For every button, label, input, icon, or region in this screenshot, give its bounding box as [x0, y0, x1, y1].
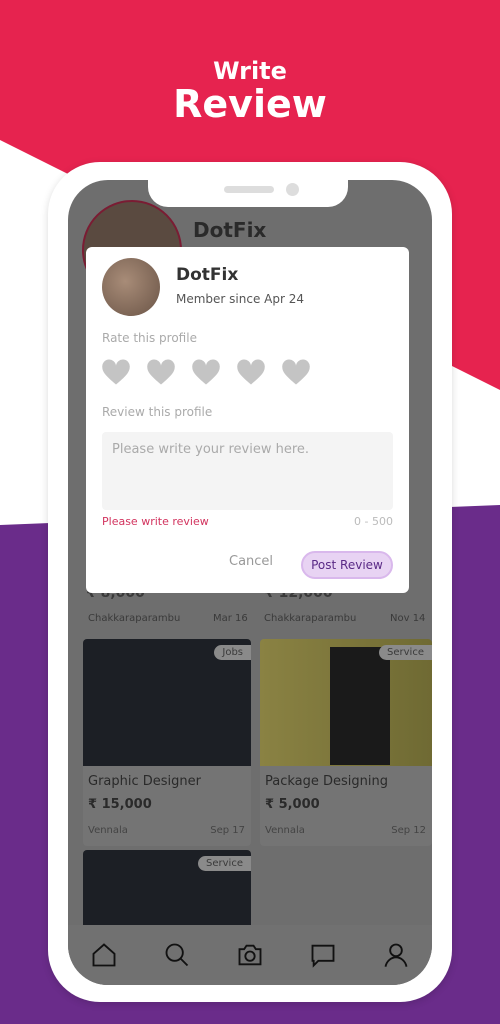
headline-line1: Write [213, 57, 287, 85]
speaker [224, 186, 274, 193]
listing-date: Nov 14 [390, 613, 426, 624]
profile-name-bg: DotFix [193, 218, 267, 242]
headline: Write Review [0, 58, 500, 124]
listing-price: ₹ 5,000 [265, 797, 320, 812]
heart-icon[interactable] [146, 358, 176, 386]
validation-error: Please write review [102, 515, 209, 528]
heart-icon[interactable] [236, 358, 266, 386]
heart-rating [101, 358, 311, 386]
heart-icon[interactable] [191, 358, 221, 386]
review-input[interactable] [102, 432, 393, 510]
home-icon[interactable] [90, 941, 118, 969]
heart-icon[interactable] [101, 358, 131, 386]
avatar [102, 258, 160, 316]
bottom-nav [68, 925, 432, 985]
profile-name: DotFix [176, 265, 239, 285]
listing-date: Sep 17 [210, 825, 245, 836]
char-counter: 0 - 500 [354, 515, 393, 528]
post-review-button[interactable]: Post Review [301, 551, 393, 579]
headline-line2: Review [173, 82, 327, 126]
listing-tag: Jobs [214, 645, 251, 660]
write-review-dialog: DotFix Member since Apr 24 Rate this pro… [86, 247, 409, 593]
listing-location: Vennala [88, 825, 128, 836]
phone-notch [148, 180, 348, 207]
listing-title: Package Designing [265, 774, 389, 789]
camera-sell-icon[interactable] [236, 941, 264, 969]
listing-date: Mar 16 [213, 613, 248, 624]
listing-location: Vennala [265, 825, 305, 836]
heart-icon[interactable] [281, 358, 311, 386]
listing-price: ₹ 15,000 [88, 797, 152, 812]
listing-title: Graphic Designer [88, 774, 201, 789]
listing-tag: Service [379, 645, 432, 660]
rate-label: Rate this profile [102, 331, 197, 345]
listing-card[interactable]: Service Package Designing ₹ 5,000 Vennal… [260, 639, 432, 846]
front-camera [286, 183, 299, 196]
listing-location: Chakkaraparambu [264, 613, 357, 624]
listing-tag: Service [198, 856, 251, 871]
listing-card[interactable]: Jobs Graphic Designer ₹ 15,000 Vennala S… [83, 639, 251, 846]
chat-icon[interactable] [309, 941, 337, 969]
profile-icon[interactable] [382, 941, 410, 969]
member-since: Member since Apr 24 [176, 292, 305, 306]
listing-date: Sep 12 [391, 825, 426, 836]
cancel-button[interactable]: Cancel [229, 554, 273, 569]
search-icon[interactable] [163, 941, 191, 969]
review-label: Review this profile [102, 405, 213, 419]
listing-location: Chakkaraparambu [88, 613, 181, 624]
